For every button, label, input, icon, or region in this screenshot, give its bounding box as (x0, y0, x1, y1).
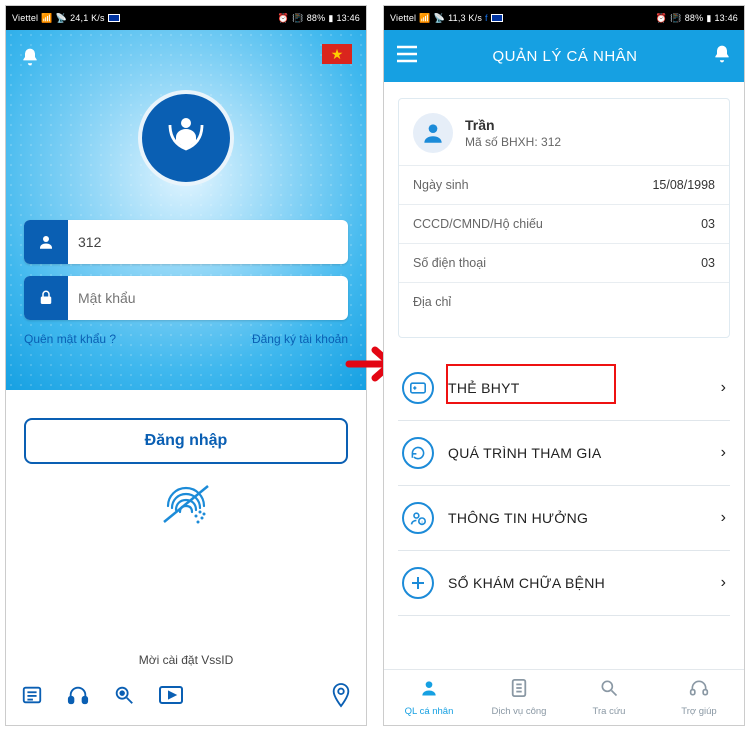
row-address: Địa chỉ (399, 282, 729, 337)
register-link[interactable]: Đăng ký tài khoản (252, 332, 348, 346)
login-hero: Quên mật khẩu ? Đăng ký tài khoản (6, 30, 366, 390)
profile-card: Trần Mã số BHXH: 312 Ngày sinh 15/08/199… (398, 98, 730, 338)
battery-icon: ▮ (706, 13, 711, 24)
user-icon (24, 220, 68, 264)
footer-icons (6, 682, 366, 713)
headset-icon (689, 678, 709, 703)
tab-service[interactable]: Dịch vụ công (474, 670, 564, 725)
vibrate-icon: 📳 (292, 13, 303, 24)
person-icon (419, 678, 439, 703)
battery-pct: 88% (685, 13, 704, 23)
kh-flag-icon (108, 14, 120, 22)
menu-item-bhyt[interactable]: THẺ BHYT › (398, 356, 730, 421)
clock: 13:46 (714, 13, 738, 23)
username-input[interactable] (68, 234, 348, 250)
menu-button[interactable] (396, 45, 418, 68)
location-icon[interactable] (330, 682, 352, 713)
login-screen: Viettel 📶 📡 24,1 K/s ⏰ 📳 88% ▮ 13:46 (5, 5, 367, 726)
card-icon (402, 372, 434, 404)
menu-label: QUÁ TRÌNH THAM GIA (448, 445, 707, 461)
row-phone: Số điện thoại 03 (399, 243, 729, 282)
battery-icon: ▮ (328, 13, 333, 24)
avatar (413, 113, 453, 153)
battery-pct: 88% (307, 13, 326, 23)
news-icon[interactable] (20, 684, 44, 711)
manage-screen: Viettel 📶 📡 11,3 K/s f ⏰ 📳 88% ▮ 13:46 Q… (383, 5, 745, 726)
tab-label: QL cá nhân (405, 706, 454, 717)
menu-list: THẺ BHYT › QUÁ TRÌNH THAM GIA › i THÔNG … (398, 356, 730, 616)
tab-label: Tra cứu (593, 706, 626, 717)
tab-personal[interactable]: QL cá nhân (384, 670, 474, 725)
menu-item-medical[interactable]: SỔ KHÁM CHỮA BỆNH › (398, 551, 730, 616)
password-input[interactable] (68, 290, 348, 306)
bhxh-code: Mã số BHXH: 312 (465, 135, 561, 149)
signal-icon: 📶 (41, 13, 52, 24)
tab-bar: QL cá nhân Dịch vụ công Tra cứu Trợ giúp (384, 669, 744, 725)
alarm-icon: ⏰ (278, 13, 289, 24)
language-flag-vn[interactable] (322, 44, 352, 64)
video-icon[interactable] (158, 684, 184, 711)
app-logo (138, 90, 234, 186)
header: QUẢN LÝ CÁ NHÂN (384, 30, 744, 82)
kh-flag-icon (491, 14, 503, 22)
carrier-label: Viettel (390, 13, 416, 23)
row-idnumber: CCCD/CMND/Hộ chiếu 03 (399, 204, 729, 243)
menu-label: THÔNG TIN HƯỞNG (448, 510, 707, 526)
chevron-right-icon: › (721, 574, 726, 592)
username-row (24, 220, 348, 264)
status-bar: Viettel 📶 📡 24,1 K/s ⏰ 📳 88% ▮ 13:46 (6, 6, 366, 30)
forgot-password-link[interactable]: Quên mật khẩu ? (24, 332, 116, 346)
page-title: QUẢN LÝ CÁ NHÂN (430, 48, 700, 65)
biometric-button[interactable] (6, 482, 366, 531)
row-dob: Ngày sinh 15/08/1998 (399, 165, 729, 204)
password-row (24, 276, 348, 320)
alarm-icon: ⏰ (656, 13, 667, 24)
carrier-label: Viettel (12, 13, 38, 23)
wifi-icon: 📡 (434, 13, 445, 24)
install-caption: Mời cài đặt VssID (6, 653, 366, 667)
net-speed: 11,3 K/s (448, 13, 482, 23)
tab-help[interactable]: Trợ giúp (654, 670, 744, 725)
menu-label: THẺ BHYT (448, 380, 707, 396)
menu-label: SỔ KHÁM CHỮA BỆNH (448, 575, 707, 591)
refresh-icon (402, 437, 434, 469)
chevron-right-icon: › (721, 444, 726, 462)
notifications-button[interactable] (712, 43, 732, 70)
status-bar: Viettel 📶 📡 11,3 K/s f ⏰ 📳 88% ▮ 13:46 (384, 6, 744, 30)
person-info-icon: i (402, 502, 434, 534)
login-button[interactable]: Đăng nhập (24, 418, 348, 464)
login-links: Quên mật khẩu ? Đăng ký tài khoản (24, 332, 348, 346)
login-form (24, 220, 348, 332)
search-gear-icon[interactable] (112, 684, 136, 711)
search-icon (599, 678, 619, 703)
support-icon[interactable] (66, 684, 90, 711)
tab-label: Trợ giúp (681, 706, 716, 717)
fb-icon: f (485, 13, 488, 23)
chevron-right-icon: › (721, 379, 726, 397)
wifi-icon: 📡 (56, 13, 67, 24)
net-speed: 24,1 K/s (70, 13, 105, 23)
chevron-right-icon: › (721, 509, 726, 527)
vibrate-icon: 📳 (670, 13, 681, 24)
tab-label: Dịch vụ công (492, 706, 547, 717)
svg-text:i: i (421, 520, 422, 526)
logo-person-icon (162, 109, 210, 167)
tab-lookup[interactable]: Tra cứu (564, 670, 654, 725)
lock-icon (24, 276, 68, 320)
user-name: Trần (465, 117, 561, 133)
plus-icon (402, 567, 434, 599)
signal-icon: 📶 (419, 13, 430, 24)
menu-item-benefit[interactable]: i THÔNG TIN HƯỞNG › (398, 486, 730, 551)
menu-item-process[interactable]: QUÁ TRÌNH THAM GIA › (398, 421, 730, 486)
clock: 13:46 (336, 13, 360, 23)
notifications-button[interactable] (20, 46, 40, 73)
document-icon (510, 678, 528, 703)
